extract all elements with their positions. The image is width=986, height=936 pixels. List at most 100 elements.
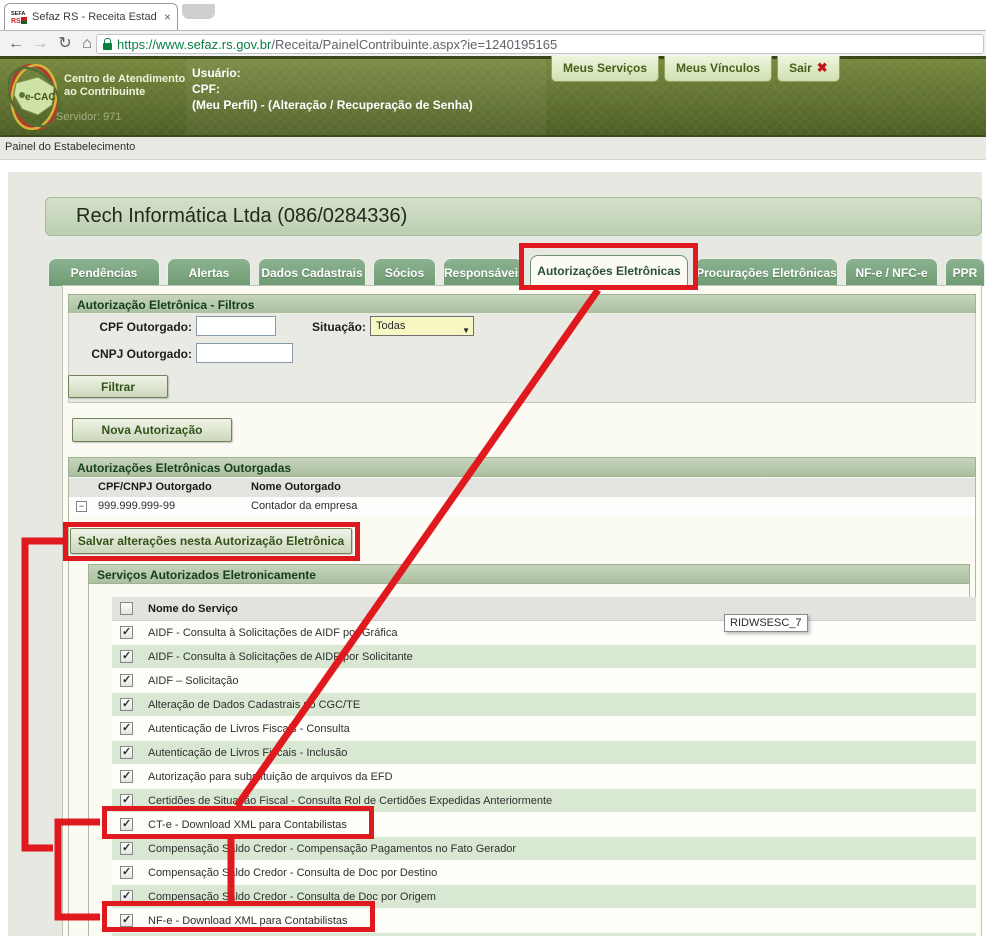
situacao-value: Todas bbox=[376, 320, 405, 332]
tab[interactable]: Procurações Eletrônicas bbox=[695, 258, 838, 286]
service-row: AIDF – Solicitação bbox=[112, 669, 976, 693]
cnpj-outorgado-label: CNPJ Outorgado: bbox=[60, 347, 192, 361]
service-row: AIDF - Consulta à Solicitações de AIDF p… bbox=[112, 645, 976, 669]
tab[interactable]: Pendências bbox=[48, 258, 160, 286]
service-row: CT-e - Download XML para Contabilistas bbox=[112, 813, 976, 837]
service-checkbox[interactable] bbox=[120, 770, 133, 783]
svg-text:e-CAC: e-CAC bbox=[25, 92, 56, 103]
browser-tab[interactable]: SEFA RS Sefaz RS - Receita Estadual × bbox=[4, 3, 178, 30]
perfil-links[interactable]: (Meu Perfil) - (Alteração / Recuperação … bbox=[192, 97, 473, 113]
cnpj-outorgado-input[interactable] bbox=[196, 343, 293, 363]
cpf-label: CPF: bbox=[192, 81, 473, 97]
screen: SEFA RS Sefaz RS - Receita Estadual × ← … bbox=[0, 0, 986, 936]
service-row: Compensação Saldo Credor - Consulta de D… bbox=[112, 861, 976, 885]
select-all-checkbox[interactable] bbox=[120, 602, 133, 615]
outorgadas-section-header: Autorizações Eletrônicas Outorgadas bbox=[68, 457, 976, 477]
tab[interactable]: Responsáveis bbox=[443, 258, 523, 286]
chevron-down-icon: ▼ bbox=[462, 322, 470, 340]
service-checkbox[interactable] bbox=[120, 722, 133, 735]
service-checkbox[interactable] bbox=[120, 914, 133, 927]
service-row: Autorização para substituição de arquivo… bbox=[112, 765, 976, 789]
breadcrumb[interactable]: Painel do Estabelecimento bbox=[0, 137, 986, 160]
service-checkbox[interactable] bbox=[120, 650, 133, 663]
service-checkbox[interactable] bbox=[120, 842, 133, 855]
service-row: Alteração de Dados Cadastrais no CGC/TE bbox=[112, 693, 976, 717]
service-checkbox[interactable] bbox=[120, 890, 133, 903]
filters-section-header: Autorização Eletrônica - Filtros bbox=[68, 294, 976, 314]
address-bar[interactable]: https://www.sefaz.rs.gov.br/Receita/Pain… bbox=[96, 34, 984, 54]
sefaz-favicon-icon: SEFA RS bbox=[11, 9, 27, 25]
cpf-outorgado-input[interactable] bbox=[196, 316, 276, 336]
padlock-icon bbox=[103, 43, 112, 50]
nova-autorizacao-button[interactable]: Nova Autorização bbox=[72, 418, 232, 442]
service-label: Autorização para substituição de arquivo… bbox=[148, 771, 393, 783]
service-checkbox[interactable] bbox=[120, 674, 133, 687]
sair-button[interactable]: Sair✖ bbox=[777, 56, 840, 82]
tooltip: RIDWSESC_7 bbox=[724, 614, 808, 632]
outorgadas-table-header: CPF/CNPJ Outorgado Nome Outorgado bbox=[69, 478, 975, 497]
service-row: Autenticação de Livros Fiscais - Consult… bbox=[112, 717, 976, 741]
service-row: Autenticação de Livros Fiscais - Inclusã… bbox=[112, 741, 976, 765]
servidor-label: Servidor: 971 bbox=[56, 111, 121, 123]
browser-tab-title: Sefaz RS - Receita Estadual bbox=[32, 11, 156, 23]
tab[interactable]: NF-e / NFC-e bbox=[845, 258, 938, 286]
service-checkbox[interactable] bbox=[120, 626, 133, 639]
back-icon[interactable]: ← bbox=[6, 31, 26, 57]
close-tab-icon[interactable]: × bbox=[164, 11, 171, 23]
outorgada-nome: Contador da empresa bbox=[251, 500, 357, 512]
outorgada-cpf: 999.999.999-99 bbox=[98, 500, 175, 512]
service-label: Compensação Saldo Credor - Consulta de D… bbox=[148, 891, 436, 903]
service-row: Compensação Saldo Credor - Compensação P… bbox=[112, 837, 976, 861]
cpf-outorgado-label: CPF Outorgado: bbox=[60, 320, 192, 334]
filtrar-button[interactable]: Filtrar bbox=[68, 375, 168, 398]
svg-text:SEFA: SEFA bbox=[11, 11, 25, 17]
services-table: Nome do Serviço AIDF - Consulta à Solici… bbox=[112, 597, 976, 933]
service-label: Alteração de Dados Cadastrais no CGC/TE bbox=[148, 699, 360, 711]
home-icon[interactable]: ⌂ bbox=[77, 31, 97, 57]
service-label: AIDF - Consulta à Solicitações de AIDF p… bbox=[148, 651, 413, 663]
service-label: AIDF - Consulta à Solicitações de AIDF p… bbox=[148, 627, 397, 639]
tab[interactable]: PPR bbox=[945, 258, 985, 286]
collapse-icon[interactable]: − bbox=[76, 501, 87, 512]
tab[interactable]: Alertas bbox=[167, 258, 251, 286]
service-row: Compensação Saldo Credor - Consulta de D… bbox=[112, 885, 976, 909]
page-title: Rech Informática Ltda (086/0284336) bbox=[45, 197, 982, 236]
forward-icon[interactable]: → bbox=[30, 31, 50, 57]
col-nome-servico: Nome do Serviço bbox=[148, 603, 238, 615]
col-nome: Nome Outorgado bbox=[251, 481, 341, 493]
service-label: Autenticação de Livros Fiscais - Consult… bbox=[148, 723, 350, 735]
tab[interactable]: Autorizações Eletrônicas bbox=[530, 255, 688, 286]
service-checkbox[interactable] bbox=[120, 746, 133, 759]
service-label: Autenticação de Livros Fiscais - Inclusã… bbox=[148, 747, 347, 759]
new-tab-button[interactable] bbox=[182, 4, 215, 19]
service-label: NF-e - Download XML para Contabilistas bbox=[148, 915, 348, 927]
sair-x-icon: ✖ bbox=[817, 60, 828, 76]
service-label: Compensação Saldo Credor - Consulta de D… bbox=[148, 867, 437, 879]
logo-title: Centro de Atendimento ao Contribuinte bbox=[64, 73, 185, 99]
usuario-label: Usuário: bbox=[192, 65, 473, 81]
url-secure-part: https://www.sefaz.rs.gov.br bbox=[117, 37, 271, 52]
service-checkbox[interactable] bbox=[120, 698, 133, 711]
service-label: AIDF – Solicitação bbox=[148, 675, 238, 687]
tab[interactable]: Sócios bbox=[373, 258, 436, 286]
service-label: Compensação Saldo Credor - Compensação P… bbox=[148, 843, 516, 855]
service-row: Certidões de Situação Fiscal - Consulta … bbox=[112, 789, 976, 813]
situacao-select[interactable]: Todas ▼ bbox=[370, 316, 474, 336]
outorgada-row: − 999.999.999-99 Contador da empresa bbox=[69, 497, 975, 517]
situacao-label: Situação: bbox=[280, 320, 366, 334]
service-checkbox[interactable] bbox=[120, 818, 133, 831]
service-label: CT-e - Download XML para Contabilistas bbox=[148, 819, 347, 831]
salvar-alteracoes-button[interactable]: Salvar alterações nesta Autorização Elet… bbox=[70, 528, 352, 554]
services-table-header: Nome do Serviço bbox=[112, 597, 976, 621]
service-checkbox[interactable] bbox=[120, 794, 133, 807]
tab[interactable]: Dados Cadastrais bbox=[258, 258, 366, 286]
user-info: Usuário: CPF: (Meu Perfil) - (Alteração … bbox=[192, 65, 473, 113]
meus-vinculos-button[interactable]: Meus Vínculos bbox=[664, 56, 772, 82]
browser-toolbar: ← → ↻ ⌂ https://www.sefaz.rs.gov.br/Rece… bbox=[0, 30, 986, 56]
meus-servicos-button[interactable]: Meus Serviços bbox=[551, 56, 659, 82]
servicos-section-header: Serviços Autorizados Eletronicamente bbox=[88, 564, 970, 584]
service-checkbox[interactable] bbox=[120, 866, 133, 879]
page-tabs: PendênciasAlertasDados CadastraisSóciosR… bbox=[48, 254, 985, 286]
service-row: NF-e - Download XML para Contabilistas bbox=[112, 909, 976, 933]
reload-icon[interactable]: ↻ bbox=[55, 31, 75, 57]
